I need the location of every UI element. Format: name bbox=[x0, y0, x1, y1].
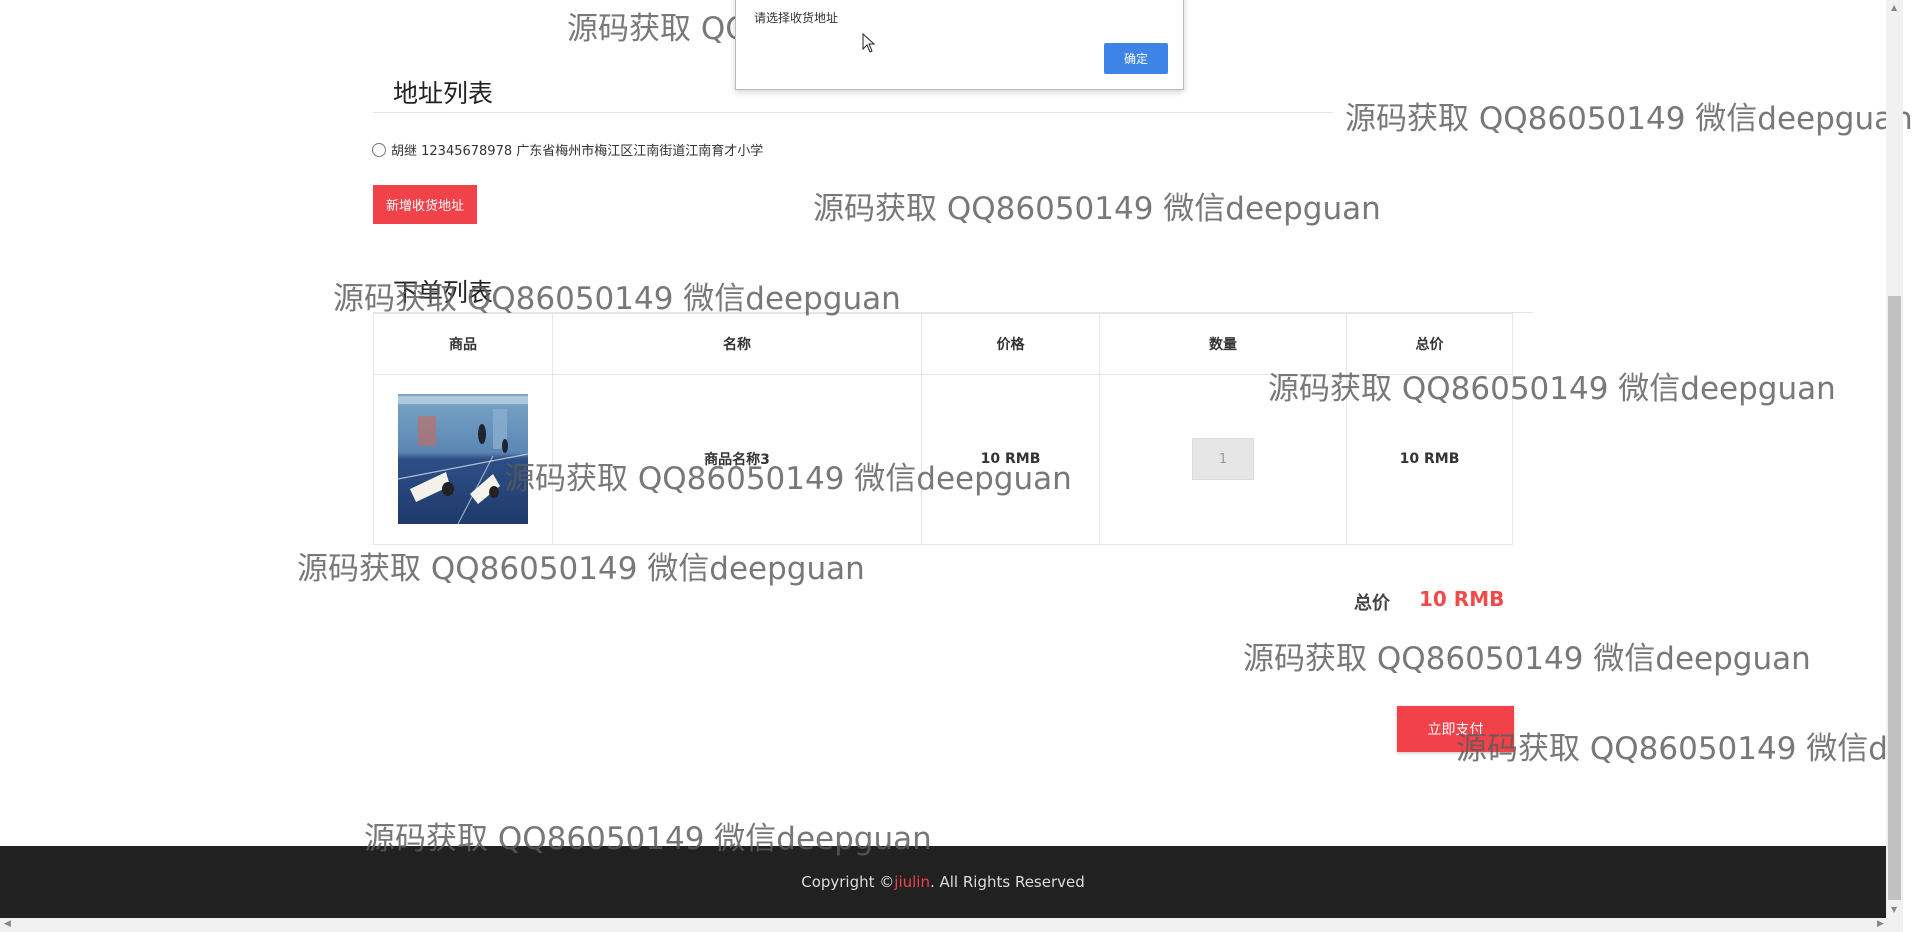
total-value: 10 RMB bbox=[1419, 587, 1505, 611]
page: 地址列表 胡继 12345678978 广东省梅州市梅江区江南街道江南育才小学 … bbox=[0, 0, 1913, 932]
watermark-clip: 源码获取 QQ86050149 微信deepguan bbox=[1456, 723, 1886, 767]
scroll-left-arrow-icon[interactable]: ◀ bbox=[4, 919, 11, 929]
footer-copyright-suffix: . All Rights Reserved bbox=[929, 873, 1085, 891]
badminton-shuttlecock-image bbox=[398, 394, 528, 524]
table-row: 商品名称3 10 RMB 1 10 RMB bbox=[374, 374, 1512, 544]
watermark-text: 源码获取 QQ86050149 微信deepguan bbox=[813, 191, 1381, 227]
mouse-cursor-icon bbox=[862, 33, 876, 53]
footer-copyright-prefix: Copyright © bbox=[801, 873, 895, 891]
header-product: 商品 bbox=[374, 314, 553, 374]
alert-dialog: 请选择收货地址 确定 bbox=[735, 0, 1184, 90]
add-address-button[interactable]: 新增收货地址 bbox=[373, 185, 477, 224]
order-list-title: 下单列表 bbox=[393, 278, 494, 307]
quantity-input[interactable]: 1 bbox=[1192, 438, 1254, 480]
address-list-title: 地址列表 bbox=[393, 79, 494, 108]
alert-message: 请选择收货地址 bbox=[754, 11, 839, 25]
product-price: 10 RMB bbox=[922, 374, 1100, 544]
header-total: 总价 bbox=[1415, 337, 1444, 353]
product-total: 10 RMB bbox=[1399, 451, 1460, 467]
address-radio[interactable] bbox=[372, 142, 386, 157]
total-label: 总价 bbox=[1354, 593, 1390, 614]
header-quantity: 数量 bbox=[1100, 314, 1347, 374]
watermark-text: 源码获取 QQ86050149 微信deepguan bbox=[297, 551, 865, 587]
address-title-divider bbox=[373, 112, 1333, 113]
header-name: 名称 bbox=[553, 314, 922, 374]
horizontal-scrollbar[interactable] bbox=[0, 918, 1903, 932]
watermark-text: 源码获取 QQ86050149 微信deepguan bbox=[1456, 731, 1886, 767]
watermark-text: 源码获取 QQ86050149 微信deepguan bbox=[1345, 101, 1913, 137]
footer: Copyright © jiulin. All Rights Reserved bbox=[0, 846, 1886, 918]
quantity-cell: 1 bbox=[1100, 374, 1347, 544]
footer-brand-link[interactable]: jiulin bbox=[894, 873, 930, 891]
scroll-down-arrow-icon[interactable]: ▼ bbox=[1891, 905, 1897, 914]
product-name: 商品名称3 bbox=[553, 374, 922, 544]
scroll-up-arrow-icon[interactable]: ▲ bbox=[1891, 3, 1897, 12]
watermark-text: 源码获取 QQ86050149 微信deepguan bbox=[1243, 641, 1811, 677]
order-table: 商品 名称 价格 数量 总价 商品名称3 10 RMB 1 10 RMB bbox=[373, 313, 1513, 545]
product-image-cell bbox=[374, 374, 553, 544]
table-header-row: 商品 名称 价格 数量 总价 bbox=[374, 314, 1512, 375]
scroll-right-arrow-icon[interactable]: ▶ bbox=[1877, 919, 1884, 929]
address-option[interactable]: 胡继 12345678978 广东省梅州市梅江区江南街道江南育才小学 bbox=[372, 140, 763, 159]
header-price: 价格 bbox=[922, 314, 1100, 374]
vertical-scrollbar-thumb[interactable] bbox=[1888, 296, 1901, 900]
alert-ok-button[interactable]: 确定 bbox=[1104, 43, 1168, 74]
address-label: 胡继 12345678978 广东省梅州市梅江区江南街道江南育才小学 bbox=[391, 144, 764, 159]
